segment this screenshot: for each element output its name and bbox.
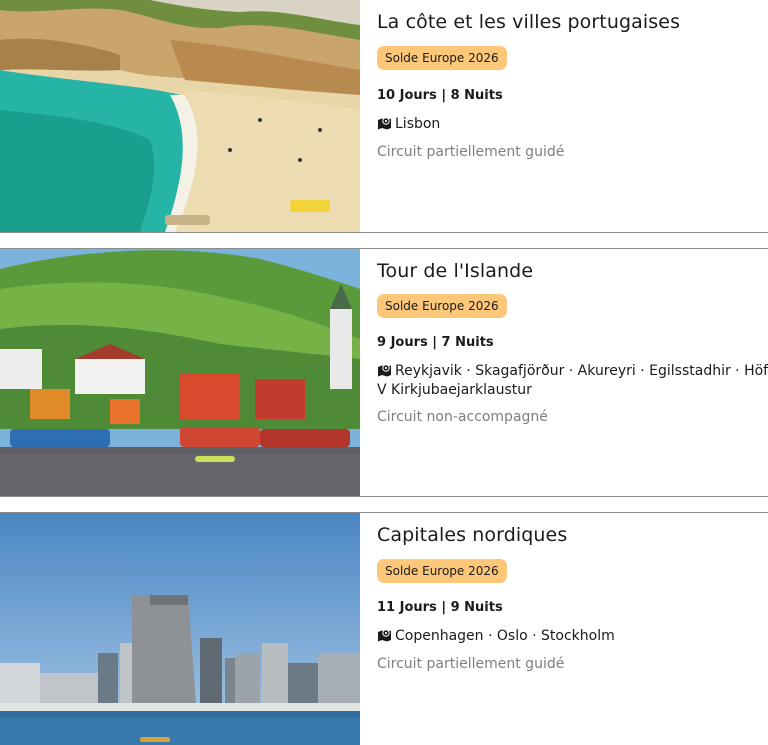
tour-title[interactable]: La côte et les villes portugaises xyxy=(377,11,680,33)
map-location-icon xyxy=(377,363,392,382)
tour-card[interactable]: Tour de l'Islande Solde Europe 2026 9 Jo… xyxy=(0,248,768,497)
sale-badge: Solde Europe 2026 xyxy=(377,46,507,70)
tour-duration: 10 Jours | 8 Nuits xyxy=(377,88,503,103)
tour-image[interactable] xyxy=(0,249,360,496)
tour-cities: Reykjavik · Skagafjörður · Akureyri · Eg… xyxy=(377,363,768,399)
tour-duration: 9 Jours | 7 Nuits xyxy=(377,335,494,350)
tour-card[interactable]: La côte et les villes portugaises Solde … xyxy=(0,0,768,233)
tour-cities: Copenhagen · Oslo · Stockholm xyxy=(377,628,768,647)
sale-badge: Solde Europe 2026 xyxy=(377,559,507,583)
tour-image[interactable] xyxy=(0,0,360,232)
sale-badge: Solde Europe 2026 xyxy=(377,294,507,318)
tour-cities-text: Lisbon xyxy=(395,116,441,132)
tour-cities-text: Reykjavik · Skagafjörður · Akureyri · Eg… xyxy=(377,363,768,398)
tour-image[interactable] xyxy=(0,513,360,745)
tour-title[interactable]: Capitales nordiques xyxy=(377,524,567,546)
tour-guide-type: Circuit partiellement guidé xyxy=(377,144,565,160)
map-location-icon xyxy=(377,628,392,647)
tour-title[interactable]: Tour de l'Islande xyxy=(377,260,533,282)
tour-guide-type: Circuit partiellement guidé xyxy=(377,656,565,672)
tour-duration: 11 Jours | 9 Nuits xyxy=(377,600,503,615)
map-location-icon xyxy=(377,116,392,135)
tour-card[interactable]: Capitales nordiques Solde Europe 2026 11… xyxy=(0,512,768,745)
tour-cities: Lisbon xyxy=(377,116,768,135)
tour-guide-type: Circuit non-accompagné xyxy=(377,409,548,425)
tour-cities-text: Copenhagen · Oslo · Stockholm xyxy=(395,628,615,644)
